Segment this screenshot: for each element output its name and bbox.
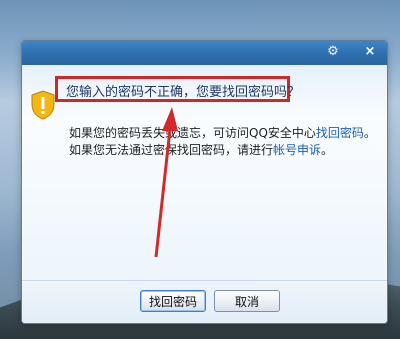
recover-password-link[interactable]: 找回密码 [316,126,364,140]
dialog-headline: 您输入的密码不正确，您要找回密码吗？ [66,85,301,100]
help-line-1: 如果您的密码丢失或遗忘，可访问QQ安全中心找回密码。 [69,124,376,141]
password-error-dialog: ⚙ × 您输入的密码不正确，您要找回密码吗？ 如果您的密码丢失或遗忘，可访问QQ… [21,40,388,324]
gear-icon[interactable]: ⚙ [323,43,343,61]
close-button[interactable]: × [359,43,381,61]
cancel-button[interactable]: 取消 [214,290,280,312]
help-line-2: 如果您无法通过密保找回密码，请进行帐号申诉。 [69,141,333,158]
annotation-arrow [154,107,178,258]
help-line-1-text: 如果您的密码丢失或遗忘，可访问QQ安全中心 [69,126,316,140]
dialog-footer: 找回密码 取消 [22,280,387,323]
help-line-2-end: 。 [321,143,334,157]
account-appeal-link[interactable]: 帐号申诉 [273,143,321,157]
dialog-titlebar: ⚙ × [22,41,387,65]
recover-password-button[interactable]: 找回密码 [140,290,206,312]
warning-shield-icon [31,90,55,120]
help-line-1-end: 。 [363,126,376,140]
